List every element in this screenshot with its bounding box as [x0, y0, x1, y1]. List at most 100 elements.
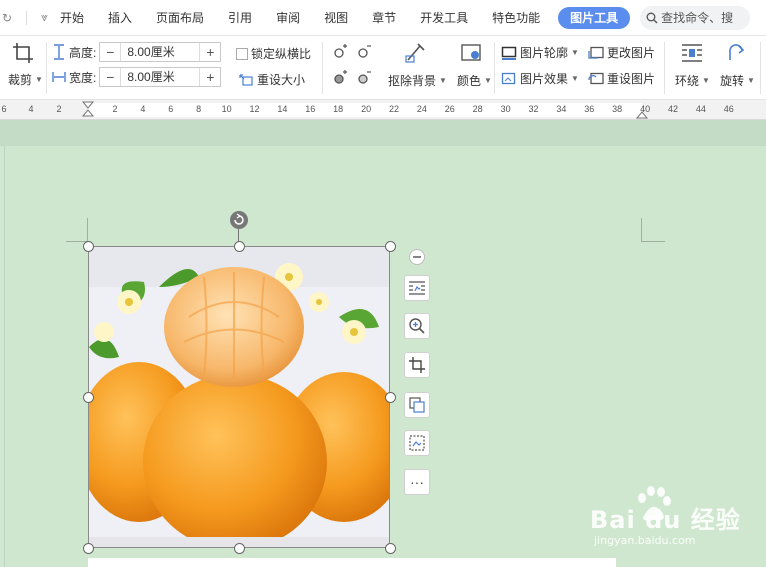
picture-outline-button[interactable]: 图片轮廓 ▼	[501, 44, 579, 61]
ruler-tick-label: 2	[112, 104, 118, 114]
search-placeholder: 查找命令、搜	[661, 11, 734, 25]
rotate-icon[interactable]	[726, 42, 750, 64]
zoom-icon	[409, 318, 425, 334]
horizontal-ruler[interactable]: 6 4 2 2 4 6 8 10 12 14 16 18 20 22 24 26 28 30 32 34 36 38…	[0, 100, 766, 120]
height-stepper[interactable]: − 8.00厘米 +	[99, 42, 222, 62]
ruler-tick-label: 36	[584, 104, 595, 114]
resize-handle-left[interactable]	[83, 392, 94, 403]
tab-view[interactable]: 视图	[312, 0, 360, 36]
ruler-tick-label: 2	[56, 104, 62, 114]
tab-review[interactable]: 审阅	[264, 0, 312, 36]
quick-access: ↻ ⩔	[0, 10, 48, 25]
collapse-icon[interactable]	[409, 249, 425, 265]
resize-handle-bottom-left[interactable]	[83, 543, 94, 554]
decrease-contrast-icon[interactable]	[356, 70, 372, 86]
decrease-brightness-icon[interactable]	[356, 44, 372, 60]
reset-size-icon	[239, 73, 253, 86]
crop-side-button[interactable]	[404, 352, 430, 378]
text-line-area	[88, 558, 616, 567]
color-button[interactable]: 颜色 ▼	[457, 72, 492, 89]
ruler-tick-label: 42	[667, 104, 679, 114]
increase-width-button[interactable]: +	[200, 68, 220, 86]
resize-handle-top-right[interactable]	[385, 241, 396, 252]
wrap-button[interactable]: 环绕 ▼	[675, 72, 710, 89]
width-value[interactable]: 8.00厘米	[120, 68, 201, 86]
width-label: 宽度:	[69, 70, 97, 85]
tab-developer[interactable]: 开发工具	[408, 0, 480, 36]
ruler-tick-label: 6	[168, 104, 174, 114]
change-picture-icon	[409, 397, 425, 413]
selected-picture[interactable]	[88, 246, 390, 548]
color-icon[interactable]	[460, 42, 484, 64]
remove-background-icon[interactable]	[404, 42, 428, 64]
rotate-button[interactable]: 旋转 ▼	[720, 72, 755, 89]
change-picture-label: 更改图片	[607, 46, 656, 60]
remove-background-button[interactable]: 抠除背景 ▼	[388, 72, 447, 89]
redo-icon[interactable]: ↻	[2, 11, 12, 25]
divider	[664, 42, 665, 94]
wrap-label: 环绕	[675, 74, 700, 88]
tab-page-layout[interactable]: 页面布局	[144, 0, 216, 36]
decrease-width-button[interactable]: −	[100, 68, 120, 86]
width-control: 宽度: − 8.00厘米 +	[52, 67, 222, 87]
margin-corner-mark	[641, 218, 665, 242]
image-to-text-button[interactable]	[404, 430, 430, 456]
right-indent-marker-icon[interactable]	[636, 102, 648, 120]
more-options-button[interactable]: ···	[404, 469, 430, 495]
ruler-tick-label: 4	[28, 104, 34, 114]
crop-button[interactable]: 裁剪 ▼	[8, 71, 43, 88]
width-stepper[interactable]: − 8.00厘米 +	[99, 67, 222, 87]
reset-picture-button[interactable]: 重设图片	[588, 70, 655, 87]
chevron-down-icon: ▼	[484, 76, 492, 85]
decrease-height-button[interactable]: −	[100, 43, 120, 61]
rotate-handle[interactable]	[230, 211, 248, 229]
ruler-tick-label: 22	[388, 104, 400, 114]
height-value[interactable]: 8.00厘米	[120, 43, 201, 61]
ruler-tick-label: 34	[556, 104, 567, 114]
increase-contrast-icon[interactable]	[332, 70, 348, 86]
divider	[322, 42, 323, 94]
change-picture-button[interactable]: 更改图片	[588, 44, 655, 61]
more-icon: ···	[410, 474, 424, 490]
lock-ratio-checkbox[interactable]: 锁定纵横比	[236, 45, 311, 62]
increase-height-button[interactable]: +	[200, 43, 220, 61]
picture-effects-button[interactable]: 图片效果 ▼	[501, 70, 579, 87]
tab-home[interactable]: 开始	[48, 0, 96, 36]
canvas-gap	[0, 120, 766, 146]
divider	[26, 10, 28, 25]
ruler-tick-label: 26	[444, 104, 455, 114]
menu-bar: ↻ ⩔ 开始 插入 页面布局 引用 审阅 视图 章节 开发工具 特色功能 图片工…	[0, 0, 766, 36]
increase-brightness-icon[interactable]	[332, 44, 348, 60]
height-icon	[54, 44, 64, 60]
resize-handle-right[interactable]	[385, 392, 396, 403]
resize-handle-bottom-right[interactable]	[385, 543, 396, 554]
crop-icon[interactable]	[12, 42, 34, 64]
picture-outline-icon	[501, 46, 517, 60]
tab-chapter[interactable]: 章节	[360, 0, 408, 36]
ruler-tick-label: 6	[1, 104, 7, 114]
picture-outline-label: 图片轮廓	[520, 46, 569, 60]
ruler-tick-label: 8	[196, 104, 202, 114]
tab-picture-tools[interactable]: 图片工具	[558, 6, 631, 29]
indent-marker-icon[interactable]	[82, 100, 94, 122]
change-picture-side-button[interactable]	[404, 392, 430, 418]
chevron-down-icon: ▼	[571, 48, 579, 57]
resize-handle-bottom[interactable]	[234, 543, 245, 554]
change-picture-icon	[588, 46, 604, 59]
divider	[760, 42, 761, 94]
reset-size-button[interactable]: 重设大小	[238, 71, 305, 88]
wrap-icon[interactable]	[680, 42, 704, 64]
ruler-tick-label: 18	[333, 104, 344, 114]
layout-options-button[interactable]	[404, 275, 430, 301]
oranges-photo	[89, 247, 389, 547]
resize-handle-top[interactable]	[234, 241, 245, 252]
tab-special[interactable]: 特色功能	[480, 0, 552, 36]
command-search[interactable]: 查找命令、搜	[640, 5, 751, 30]
tab-references[interactable]: 引用	[216, 0, 264, 36]
remove-background-label: 抠除背景	[388, 74, 437, 88]
checkbox[interactable]	[236, 47, 248, 60]
customize-dropdown-icon[interactable]: ⩔	[41, 10, 48, 25]
tab-insert[interactable]: 插入	[96, 0, 144, 36]
resize-handle-top-left[interactable]	[83, 241, 94, 252]
zoom-button[interactable]	[404, 313, 430, 339]
